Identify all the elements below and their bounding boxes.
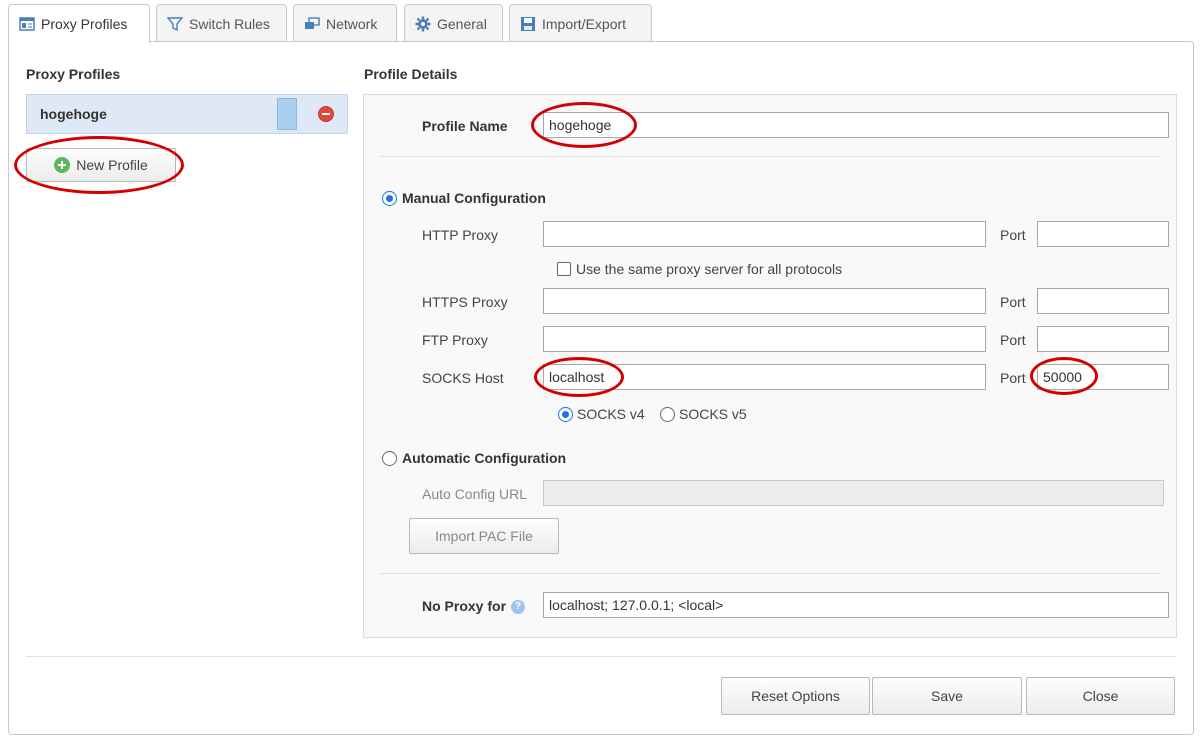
socks-v4-radio[interactable] xyxy=(558,407,573,422)
save-icon xyxy=(521,16,535,31)
http-proxy-label: HTTP Proxy xyxy=(422,227,498,243)
http-proxy-input[interactable] xyxy=(543,221,986,247)
port-label: Port xyxy=(1000,332,1026,348)
socks-v5-radio[interactable] xyxy=(660,407,675,422)
manual-config-radio[interactable] xyxy=(382,191,397,206)
profiles-heading: Proxy Profiles xyxy=(26,66,121,82)
profile-name-label: Profile Name xyxy=(422,118,508,134)
port-label: Port xyxy=(1000,227,1026,243)
http-port-input[interactable] xyxy=(1037,221,1169,247)
reset-options-button[interactable]: Reset Options xyxy=(721,677,870,715)
profile-name-input[interactable] xyxy=(543,112,1169,138)
filter-icon xyxy=(167,16,183,31)
new-profile-button[interactable]: New Profile xyxy=(26,148,176,182)
profiles-icon xyxy=(19,17,35,31)
port-label: Port xyxy=(1000,294,1026,310)
socks-host-label: SOCKS Host xyxy=(422,370,504,386)
remove-profile-icon[interactable] xyxy=(318,106,334,122)
tab-general[interactable]: General xyxy=(404,4,503,42)
profile-name-label: hogehoge xyxy=(40,106,107,122)
import-pac-label: Import PAC File xyxy=(435,528,533,544)
import-pac-button[interactable]: Import PAC File xyxy=(409,518,559,554)
https-port-input[interactable] xyxy=(1037,288,1169,314)
ftp-proxy-input[interactable] xyxy=(543,326,986,352)
tab-switch-rules[interactable]: Switch Rules xyxy=(156,4,287,42)
divider xyxy=(380,573,1160,574)
reset-options-label: Reset Options xyxy=(751,688,840,704)
auto-config-radio[interactable] xyxy=(382,451,397,466)
tab-network[interactable]: Network xyxy=(293,4,397,42)
no-proxy-label: No Proxy for? xyxy=(422,598,526,615)
ftp-port-input[interactable] xyxy=(1037,326,1169,352)
help-icon[interactable]: ? xyxy=(511,600,526,615)
tab-label: Import/Export xyxy=(542,15,627,32)
port-label: Port xyxy=(1000,370,1026,386)
auto-config-url-input[interactable] xyxy=(543,480,1164,506)
tab-label: Proxy Profiles xyxy=(41,16,128,32)
divider xyxy=(26,656,1176,657)
tab-bar: Proxy Profiles Switch Rules Network Gene… xyxy=(0,0,1200,43)
same-proxy-checkbox[interactable] xyxy=(557,262,571,276)
same-proxy-label: Use the same proxy server for all protoc… xyxy=(576,261,843,277)
https-proxy-input[interactable] xyxy=(543,288,986,314)
auto-config-label: Automatic Configuration xyxy=(402,450,567,466)
no-proxy-input[interactable] xyxy=(543,592,1169,618)
tab-label: General xyxy=(437,15,487,32)
socks-v4-label: SOCKS v4 xyxy=(577,406,645,422)
socks-host-input[interactable] xyxy=(543,364,986,390)
close-button[interactable]: Close xyxy=(1026,677,1175,715)
save-label: Save xyxy=(931,688,963,704)
tab-proxy-profiles[interactable]: Proxy Profiles xyxy=(8,4,150,43)
network-icon xyxy=(305,16,320,29)
https-proxy-label: HTTPS Proxy xyxy=(422,294,508,310)
tab-import-export[interactable]: Import/Export xyxy=(509,4,652,42)
close-label: Close xyxy=(1082,688,1119,704)
manual-config-label: Manual Configuration xyxy=(402,190,546,206)
save-button[interactable]: Save xyxy=(872,677,1022,715)
socks-v5-label: SOCKS v5 xyxy=(679,406,747,422)
divider xyxy=(380,156,1160,157)
tab-label: Network xyxy=(326,15,378,32)
add-circle-icon xyxy=(54,157,71,173)
auto-config-url-label: Auto Config URL xyxy=(422,486,528,502)
no-proxy-text: No Proxy for xyxy=(422,598,507,614)
tab-label: Switch Rules xyxy=(189,15,270,32)
gear-icon xyxy=(415,16,431,31)
profile-color-swatch[interactable] xyxy=(277,98,297,130)
new-profile-label: New Profile xyxy=(76,157,148,173)
socks-port-input[interactable] xyxy=(1037,364,1169,390)
profile-list-item[interactable]: hogehoge xyxy=(26,94,348,134)
ftp-proxy-label: FTP Proxy xyxy=(422,332,488,348)
profile-details-heading: Profile Details xyxy=(364,66,458,82)
